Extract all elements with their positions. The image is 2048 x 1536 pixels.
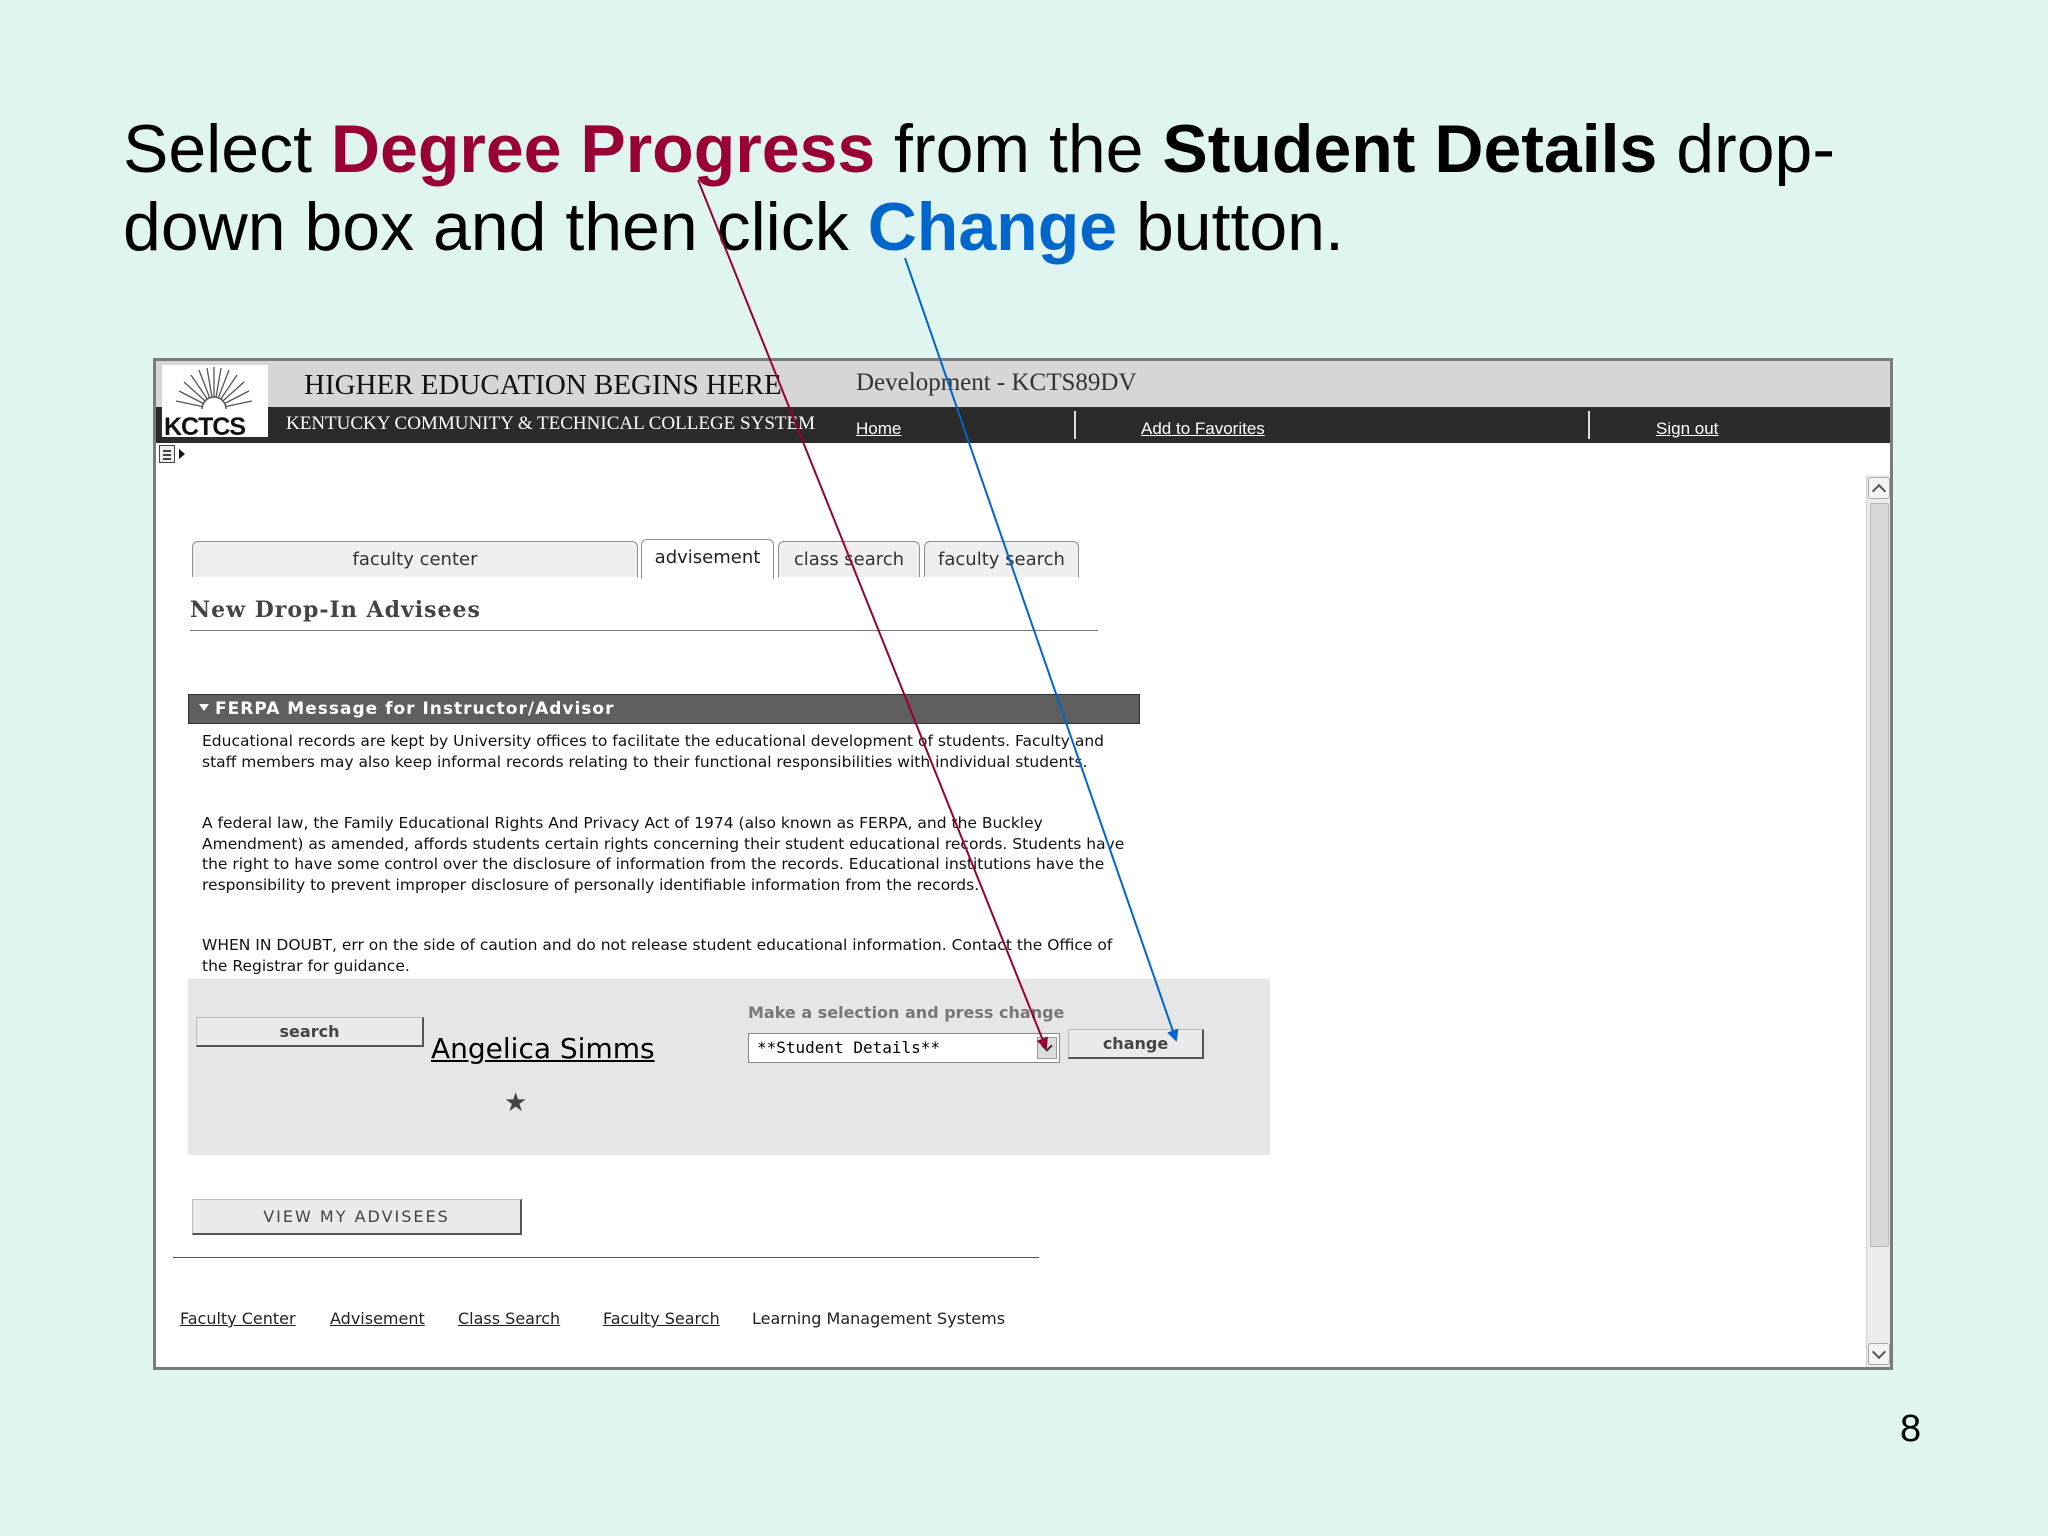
star-icon: ★ <box>504 1087 528 1117</box>
ferpa-title: FERPA Message for Instructor/Advisor <box>215 699 615 719</box>
instruction-text: Select Degree Progress from the Student … <box>123 110 1843 266</box>
tab-advisement[interactable]: advisement <box>641 539 774 579</box>
menu-icon[interactable] <box>159 445 175 463</box>
title-divider <box>190 630 1098 631</box>
footer-divider <box>173 1257 1039 1258</box>
instruction-part4: button. <box>1117 189 1344 265</box>
search-panel <box>188 979 1270 1155</box>
instruction-part1: Select <box>123 111 331 187</box>
footer-link-advisement[interactable]: Advisement <box>330 1309 425 1328</box>
instruction-student-details: Student Details <box>1162 111 1658 187</box>
logo-text: KCTCS <box>164 413 246 441</box>
sign-out-link[interactable]: Sign out <box>1656 419 1718 439</box>
add-to-favorites-link[interactable]: Add to Favorites <box>1141 419 1265 439</box>
tab-faculty-center[interactable]: faculty center <box>192 541 638 577</box>
dropdown-selected-value: **Student Details** <box>757 1038 941 1057</box>
sun-logo-icon <box>175 367 253 409</box>
environment-label: Development - KCTS89DV <box>856 369 1137 396</box>
scroll-up-icon[interactable] <box>1868 477 1890 499</box>
student-name-link[interactable]: Angelica Simms <box>431 1032 655 1065</box>
vertical-scrollbar[interactable] <box>1866 475 1890 1367</box>
footer-link-faculty-search[interactable]: Faculty Search <box>603 1309 720 1328</box>
selection-prompt: Make a selection and press change <box>748 1003 1065 1022</box>
footer-learning-management: Learning Management Systems <box>752 1309 1006 1328</box>
scroll-down-icon[interactable] <box>1868 1343 1890 1365</box>
view-my-advisees-button[interactable]: VIEW MY ADVISEES <box>192 1199 522 1235</box>
footer-link-faculty-center[interactable]: Faculty Center <box>180 1309 296 1328</box>
expand-arrow-icon[interactable] <box>179 449 185 459</box>
tagline: HIGHER EDUCATION BEGINS HERE <box>304 369 782 401</box>
nav-divider <box>1074 411 1076 439</box>
home-link[interactable]: Home <box>856 419 901 439</box>
scroll-thumb[interactable] <box>1870 503 1889 1247</box>
instruction-change: Change <box>867 189 1118 265</box>
student-details-dropdown[interactable]: **Student Details** <box>748 1033 1060 1063</box>
kctcs-logo: KCTCS <box>162 365 268 441</box>
tab-faculty-search[interactable]: faculty search <box>924 541 1079 577</box>
header-nav-bar: KENTUCKY COMMUNITY & TECHNICAL COLLEGE S… <box>156 407 1890 443</box>
footer-link-class-search[interactable]: Class Search <box>458 1309 560 1328</box>
slide-number: 8 <box>1900 1408 1922 1450</box>
ferpa-paragraph-2: A federal law, the Family Educational Ri… <box>202 814 1125 894</box>
college-name: KENTUCKY COMMUNITY & TECHNICAL COLLEGE S… <box>286 413 815 434</box>
search-button[interactable]: search <box>196 1017 424 1047</box>
page-title: New Drop-In Advisees <box>190 597 481 623</box>
ferpa-paragraph-3: WHEN IN DOUBT, err on the side of cautio… <box>202 936 1113 975</box>
change-button[interactable]: change <box>1068 1029 1204 1059</box>
ferpa-paragraph-1: Educational records are kept by Universi… <box>202 732 1105 771</box>
browser-window: HIGHER EDUCATION BEGINS HERE Development… <box>153 358 1893 1370</box>
collapse-triangle-icon <box>199 703 209 711</box>
tab-class-search[interactable]: class search <box>778 541 920 577</box>
instruction-degree-progress: Degree Progress <box>330 111 876 187</box>
header-top: HIGHER EDUCATION BEGINS HERE Development… <box>156 361 1890 407</box>
ferpa-section-header[interactable]: FERPA Message for Instructor/Advisor <box>188 694 1140 724</box>
dropdown-arrow-icon[interactable] <box>1037 1037 1057 1059</box>
instruction-part2: from the <box>875 111 1163 187</box>
nav-divider <box>1588 411 1590 439</box>
